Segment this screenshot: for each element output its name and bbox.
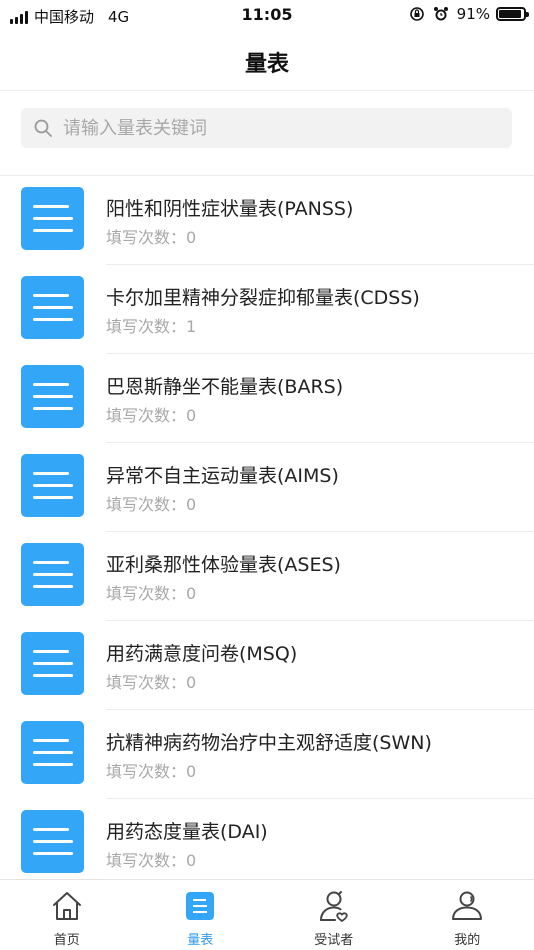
document-list-icon — [21, 365, 84, 428]
rotation-lock-icon — [409, 6, 425, 22]
tab-label: 量表 — [187, 933, 214, 948]
page-title: 量表 — [244, 52, 289, 77]
subject-icon — [319, 891, 348, 922]
scale-item-aims[interactable]: 异常不自主运动量表(AIMS) 填写次数：0 — [0, 443, 534, 532]
document-list-icon — [21, 276, 84, 339]
scale-item-swn[interactable]: 抗精神病药物治疗中主观舒适度(SWN) 填写次数：0 — [0, 710, 534, 799]
scale-fill-count: 填写次数：0 — [106, 673, 197, 692]
home-icon — [52, 892, 81, 920]
scale-fill-count: 填写次数：0 — [106, 228, 197, 247]
scale-fill-count: 填写次数：1 — [106, 317, 197, 336]
status-right: 91% — [409, 5, 529, 23]
scale-fill-count: 填写次数：0 — [106, 495, 197, 514]
scale-fill-count: 填写次数：0 — [106, 851, 197, 870]
tab-label: 受试者 — [314, 933, 354, 948]
battery-icon — [496, 7, 529, 21]
scale-item-cdss[interactable]: 卡尔加里精神分裂症抑郁量表(CDSS) 填写次数：1 — [0, 265, 534, 354]
document-list-icon — [21, 454, 84, 517]
scale-item-dai[interactable]: 用药态度量表(DAI) 填写次数：0 — [0, 799, 534, 888]
scale-title: 异常不自主运动量表(AIMS) — [106, 465, 339, 487]
scale-title: 用药态度量表(DAI) — [106, 821, 268, 843]
tab-label: 我的 — [454, 933, 481, 948]
nav-bar: 量表 — [0, 30, 534, 91]
search-input[interactable] — [61, 116, 485, 140]
scale-title: 用药满意度问卷(MSQ) — [106, 643, 298, 665]
alarm-icon — [433, 6, 449, 22]
document-list-icon — [21, 721, 84, 784]
search-bar[interactable] — [21, 108, 512, 148]
tab-subjects[interactable]: 受试者 — [267, 880, 401, 950]
scale-list: 阳性和阴性症状量表(PANSS) 填写次数：0 卡尔加里精神分裂症抑郁量表(CD… — [0, 176, 534, 888]
scale-title: 卡尔加里精神分裂症抑郁量表(CDSS) — [106, 287, 420, 309]
scale-title: 抗精神病药物治疗中主观舒适度(SWN) — [106, 732, 432, 754]
document-list-icon — [21, 810, 84, 873]
profile-icon — [452, 891, 483, 920]
tab-label: 首页 — [53, 933, 80, 948]
scale-fill-count: 填写次数：0 — [106, 762, 197, 781]
search-icon — [34, 119, 52, 137]
status-bar: 中国移动 4G 11:05 91% — [0, 0, 534, 30]
scale-item-ases[interactable]: 亚利桑那性体验量表(ASES) 填写次数：0 — [0, 532, 534, 621]
scale-item-bars[interactable]: 巴恩斯静坐不能量表(BARS) 填写次数：0 — [0, 354, 534, 443]
tab-scales[interactable]: 量表 — [134, 880, 268, 950]
tab-home[interactable]: 首页 — [0, 880, 134, 950]
scale-title: 亚利桑那性体验量表(ASES) — [106, 554, 341, 576]
scale-title: 阳性和阴性症状量表(PANSS) — [106, 198, 354, 220]
document-list-icon — [21, 187, 84, 250]
search-section — [0, 91, 534, 176]
battery-percent: 91% — [456, 5, 490, 23]
scale-title: 巴恩斯静坐不能量表(BARS) — [106, 376, 344, 398]
scale-item-panss[interactable]: 阳性和阴性症状量表(PANSS) 填写次数：0 — [0, 176, 534, 265]
scale-fill-count: 填写次数：0 — [106, 406, 197, 425]
scale-fill-count: 填写次数：0 — [106, 584, 197, 603]
list-icon — [186, 892, 215, 920]
document-list-icon — [21, 632, 84, 695]
tab-profile[interactable]: 我的 — [401, 880, 534, 950]
tab-bar: 首页 量表 受试者 我的 — [0, 879, 534, 950]
document-list-icon — [21, 543, 84, 606]
scale-item-msq[interactable]: 用药满意度问卷(MSQ) 填写次数：0 — [0, 621, 534, 710]
